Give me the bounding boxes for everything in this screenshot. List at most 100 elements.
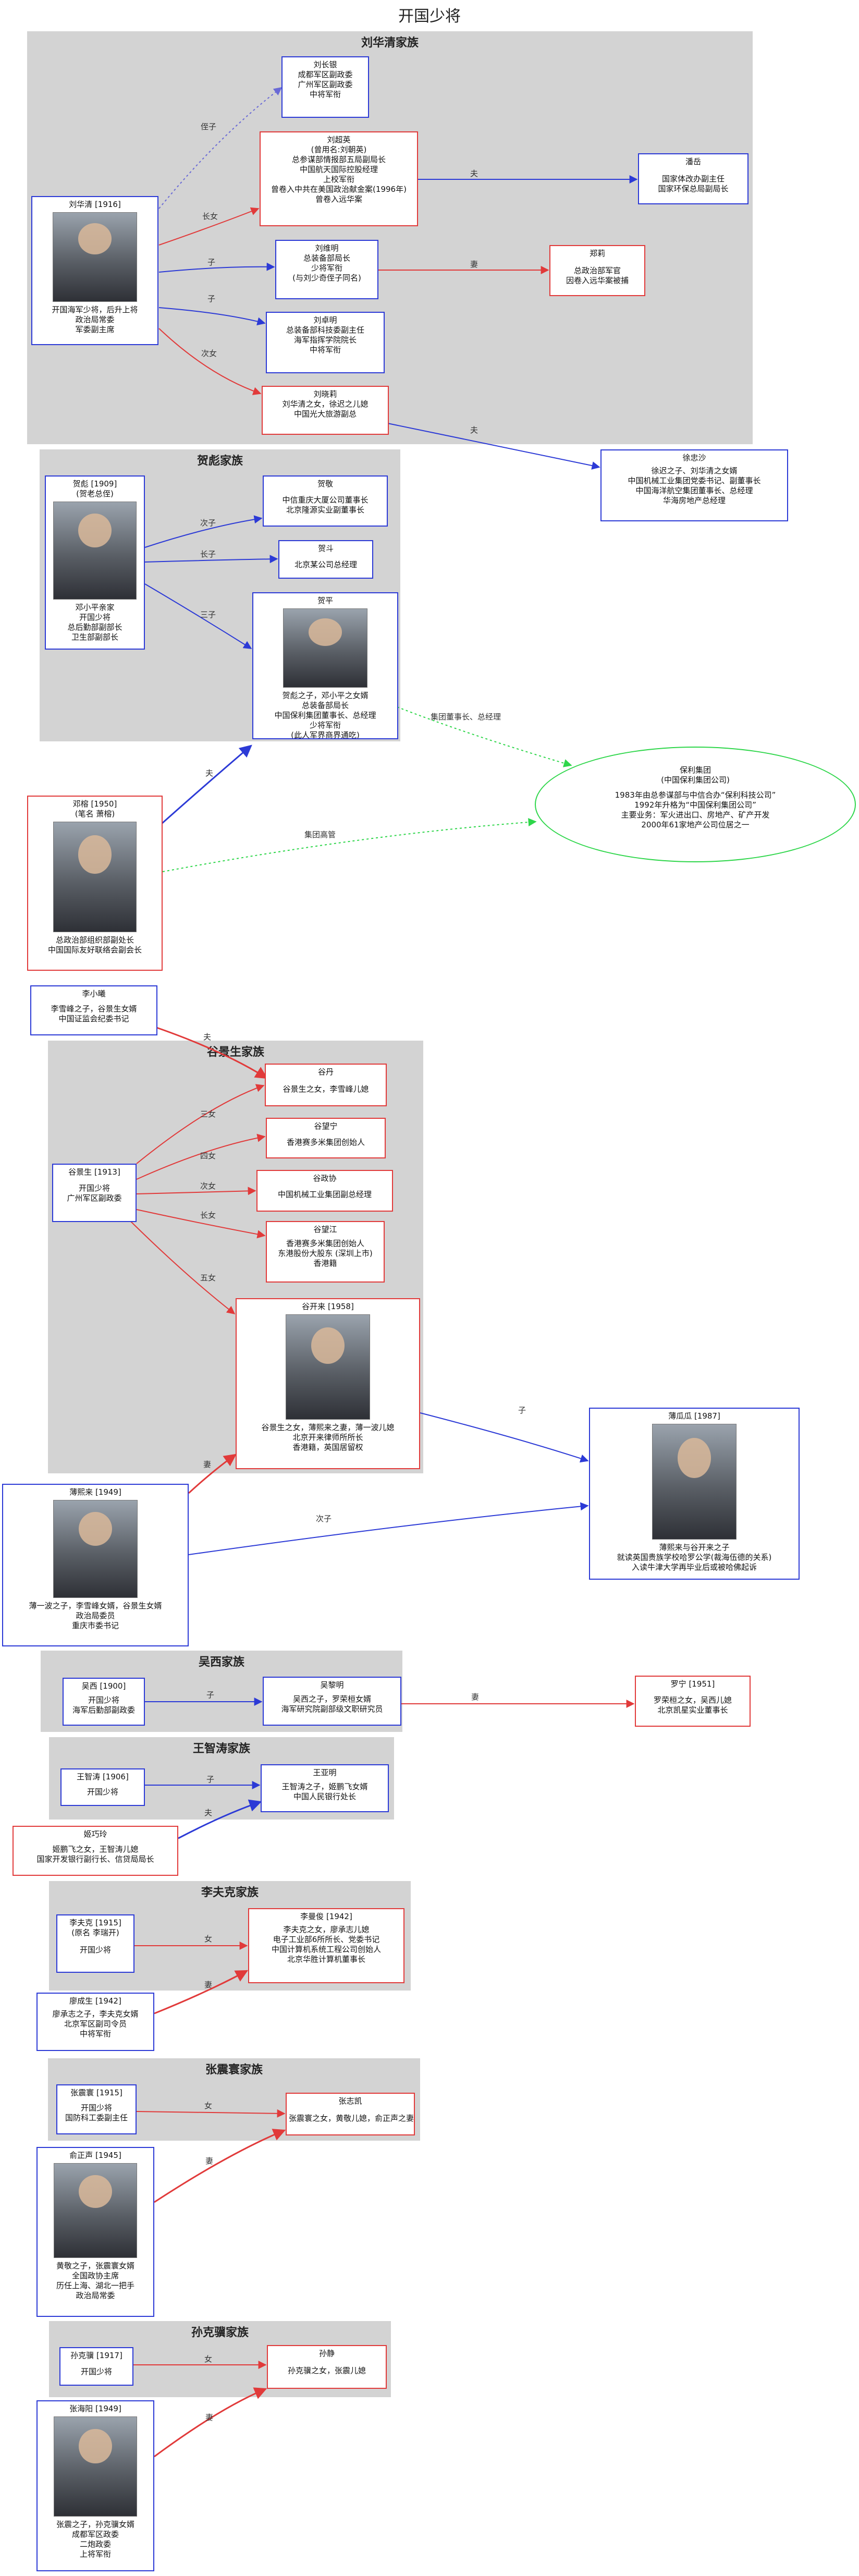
node-limanjun-line: 电子工业部6所所长、党委书记	[273, 1935, 380, 1944]
edge-label-son-5: 子	[206, 1775, 214, 1784]
edge-hebiao-heping	[144, 583, 252, 649]
node-panyue: 潘岳 国家体改办副主任 国家环保总局副局长	[638, 153, 748, 204]
node-zhengli-line: 总政治部军官	[573, 266, 621, 275]
node-zhangzhenhuan: 张震寰 [1915] 开国少将 国防科工委副主任	[56, 2084, 137, 2134]
node-liuxiaoli-name: 刘晓莉	[313, 389, 337, 399]
node-boxilai: 薄熙来 [1949] 薄一波之子，李雪峰女婿，谷景生女婿 政治局委员 重庆市委书…	[2, 1484, 189, 1646]
node-liuchangyin-line: 中将军衔	[309, 90, 341, 99]
node-liuhuaqing-name: 刘华清 [1916]	[69, 200, 121, 209]
node-hebiao-line: 总后勤部副部长	[67, 622, 122, 632]
node-hejing-line: 北京隆源实业副董事长	[286, 505, 364, 515]
node-liuhuaqing: 刘华清 [1916] 开国海军少将，后升上将 政治局常委 军委副主席	[31, 196, 158, 345]
edge-label-wife-2: 妻	[203, 1460, 211, 1469]
node-gujingsheng-line: 开国少将	[78, 1183, 110, 1193]
node-lifuke-name: 李夫克 [1915]	[69, 1918, 121, 1927]
node-dengrong: 邓榕 [1950] (笔名 萧榕) 总政治部组织部副处长 中国国际友好联络会副会…	[27, 796, 163, 971]
node-wuxi-line: 海军后勤部副政委	[72, 1705, 135, 1715]
node-boxilai-name: 薄熙来 [1949]	[69, 1487, 121, 1497]
edge-label-fifth-daughter: 五女	[200, 1273, 216, 1283]
node-heping: 贺平 贺彪之子，邓小平之女婿 总装备部局长 中国保利集团董事长、总经理 少将军衔…	[252, 592, 398, 739]
node-liuweiming-line: (与刘少奇侄子同名)	[292, 273, 361, 283]
node-baoli-line: 2000年61家地产公司位居之一	[641, 820, 750, 829]
edge-label-nephew: 侄子	[201, 122, 216, 131]
node-limanjun: 李曼俊 [1942] 李夫克之女，廖承志儿媳 电子工业部6所所长、党委书记 中国…	[248, 1908, 404, 1983]
edge-label-wife-1: 妻	[470, 260, 478, 269]
node-liaochengsheng-line: 中将军衔	[79, 2029, 111, 2038]
edge-liuhuaqing-liuxiaoli	[158, 328, 262, 395]
node-liaochengsheng-line: 北京军区副司令员	[64, 2019, 127, 2029]
node-zhanghaiyang-line: 二炮政委	[79, 2540, 111, 2549]
node-boguagua-name: 薄瓜瓜 [1987]	[668, 1411, 720, 1421]
edge-label-daughter-3: 女	[204, 2354, 212, 2364]
node-liuchaoying-line: 中国航天国际控股经理	[299, 165, 378, 174]
edge-label-son-4: 子	[206, 1690, 214, 1700]
node-luoning-line: 罗荣桓之女，吴西儿媳	[653, 1695, 732, 1705]
node-luoning: 罗宁 [1951] 罗荣桓之女，吴西儿媳 北京凯星实业董事长	[635, 1676, 751, 1727]
node-lixiaoxi: 李小曦 李雪峰之子，谷景生女婿 中国证监会纪委书记	[30, 985, 157, 1035]
node-baoli-line: (中国保利集团公司)	[661, 775, 730, 785]
node-gukailai-line: 北京开来律师所所长	[292, 1433, 363, 1442]
node-hedou-name: 贺斗	[317, 544, 334, 553]
node-gujingsheng-name: 谷景生 [1913]	[68, 1167, 120, 1177]
edge-liuxiaoli-xuzhongsha	[387, 423, 600, 470]
edge-label-second-daughter: 次女	[201, 349, 217, 358]
portrait-photo	[53, 1500, 138, 1598]
node-zhanghaiyang-line: 上将军衔	[79, 2549, 111, 2559]
edge-gukailai-boguagua	[420, 1412, 589, 1463]
portrait-photo	[54, 2163, 137, 2258]
node-dengrong-name: 邓榕 [1950]	[72, 799, 117, 809]
node-gukailai-name: 谷开来 [1958]	[302, 1302, 354, 1311]
node-jiqiaojun-name: 姬巧玲	[83, 1829, 107, 1839]
node-sunkeji-line: 开国少将	[80, 2367, 112, 2376]
node-hebiao-line: 邓小平亲家	[75, 603, 115, 612]
portrait-photo	[53, 822, 137, 932]
node-liaochengsheng-name: 廖成生 [1942]	[69, 1996, 121, 2006]
node-baoli-line: 主要业务：军火进出口、房地产、矿产开发	[621, 810, 770, 820]
node-xuzhongsha-line: 徐迟之子、刘华清之女婿	[651, 466, 738, 475]
node-boxilai-line: 薄一波之子，李雪峰女婿，谷景生女婿	[29, 1601, 162, 1610]
edge-label-son-3: 子	[518, 1406, 526, 1415]
node-dengrong-line: 中国国际友好联络会副会长	[47, 945, 142, 955]
node-hebiao-line: 卫生部副部长	[71, 632, 118, 642]
edge-label-son-1: 子	[207, 258, 215, 267]
node-xuzhongsha-line: 中国机械工业集团党委书记、副董事长	[628, 476, 761, 485]
node-hebiao-line: (贺老总侄)	[76, 489, 114, 498]
node-boguagua-line: 就读英国贵族学校哈罗公学(裁海伍德的关系)	[617, 1553, 772, 1562]
edge-label-husband-3: 夫	[205, 768, 213, 778]
node-guwangjiang: 谷望江 香港赛多米集团创始人 东港股份大股东 (深圳上市) 香港籍	[266, 1221, 385, 1283]
node-guzhengjie-line: 中国机械工业集团副总经理	[277, 1190, 372, 1199]
edge-label-group-chairman: 集团董事长、总经理	[431, 712, 501, 722]
node-jiqiaojun-line: 姬鹏飞之女，王智涛儿媳	[52, 1845, 139, 1854]
node-heping-name: 贺平	[317, 596, 333, 605]
node-lixiaoxi-name: 李小曦	[82, 989, 106, 998]
node-hejing-line: 中信重庆大厦公司董事长	[282, 495, 369, 505]
edge-zhangzhenhuan-zhangzhikai	[136, 2109, 286, 2118]
node-hedou: 贺斗 北京某公司总经理	[278, 540, 373, 579]
node-jiqiaojun-line: 国家开发银行副行长、信贷局局长	[36, 1854, 154, 1864]
edge-label-eldest-daughter-2: 长女	[200, 1211, 216, 1220]
node-dengrong-line: (笔名 萧榕)	[75, 809, 115, 819]
edge-label-wife-4: 妻	[204, 1980, 212, 1989]
node-liuzhuoming-line: 海军指挥学院院长	[293, 335, 357, 345]
node-liuzhuoming-name: 刘卓明	[313, 315, 337, 325]
node-boxilai-line: 政治局委员	[76, 1611, 115, 1620]
node-gukailai-line: 香港籍，英国居留权	[292, 1443, 363, 1452]
node-yuzhengsheng-line: 历任上海、湖北一把手	[56, 2281, 134, 2290]
node-boguagua: 薄瓜瓜 [1987] 薄熙来与谷开来之子 就读英国贵族学校哈罗公学(裁海伍德的关…	[589, 1408, 800, 1580]
portrait-photo	[53, 502, 137, 600]
node-liuweiming-line: 少将军衔	[311, 263, 342, 273]
node-sunkeji: 孙克骥 [1917] 开国少将	[59, 2347, 133, 2386]
node-gudan: 谷丹 谷景生之女，李雪峰儿媳	[265, 1064, 387, 1106]
edge-label-third-daughter: 三女	[200, 1109, 216, 1119]
node-liuweiming-name: 刘维明	[315, 243, 339, 253]
node-gudan-name: 谷丹	[317, 1067, 334, 1077]
edge-label-daughter-1: 女	[204, 1934, 212, 1944]
node-guzhengjie: 谷政协 中国机械工业集团副总经理	[256, 1170, 393, 1212]
node-heping-line: 少将军衔	[309, 721, 341, 730]
node-heping-line: (此人军界商界通吃)	[291, 730, 360, 739]
edge-dengrong-heping	[161, 744, 252, 825]
node-heping-line: 贺彪之子，邓小平之女婿	[282, 691, 369, 700]
node-limanjun-line: 李夫克之女，廖承志儿媳	[283, 1925, 370, 1934]
node-hejing: 贺敬 中信重庆大厦公司董事长 北京隆源实业副董事长	[263, 475, 388, 527]
edge-gujingsheng-guzhengjie	[136, 1187, 256, 1195]
